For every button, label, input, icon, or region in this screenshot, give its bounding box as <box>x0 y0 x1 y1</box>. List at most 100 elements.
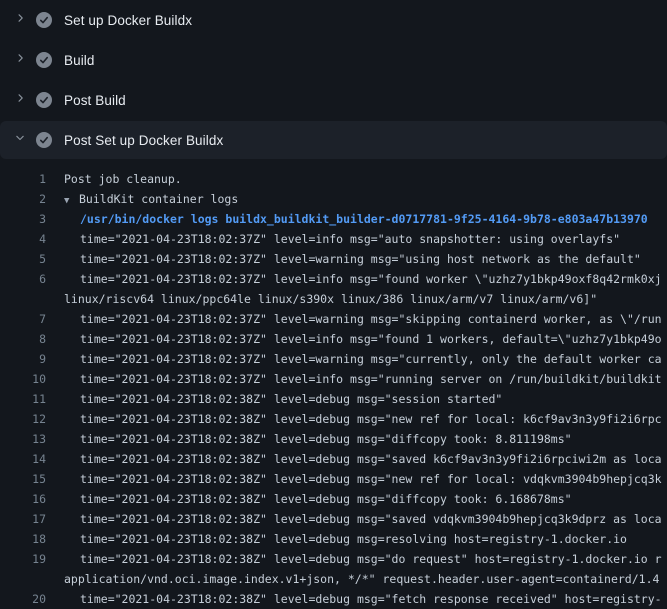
log-line: 10 time="2021-04-23T18:02:37Z" level=inf… <box>0 369 667 389</box>
log-line-content: time="2021-04-23T18:02:38Z" level=debug … <box>80 552 662 566</box>
log-line-number[interactable]: 18 <box>0 529 46 549</box>
log-line-number[interactable]: 2 <box>0 189 46 209</box>
log-line-content: time="2021-04-23T18:02:38Z" level=debug … <box>80 472 662 486</box>
log-line-text: application/vnd.oci.image.index.v1+json,… <box>64 569 659 589</box>
log-line-number <box>0 569 46 589</box>
log-line-content: time="2021-04-23T18:02:38Z" level=debug … <box>80 452 662 466</box>
log-line-number[interactable]: 10 <box>0 369 46 389</box>
steps-list: Set up Docker Buildx Build <box>0 0 667 159</box>
log-line: 18 time="2021-04-23T18:02:38Z" level=deb… <box>0 529 667 549</box>
check-circle-icon <box>36 52 52 68</box>
log-line: 20 time="2021-04-23T18:02:38Z" level=deb… <box>0 589 667 609</box>
check-circle-icon <box>36 92 52 108</box>
log-line-content: time="2021-04-23T18:02:38Z" level=debug … <box>80 592 662 606</box>
log-line-content: time="2021-04-23T18:02:37Z" level=warnin… <box>80 312 662 326</box>
log-line-text: time="2021-04-23T18:02:38Z" level=debug … <box>64 469 662 489</box>
log-line-text: time="2021-04-23T18:02:38Z" level=debug … <box>64 409 662 429</box>
log-line-number[interactable]: 9 <box>0 349 46 369</box>
log-line-number[interactable]: 20 <box>0 589 46 609</box>
log-line-number[interactable]: 19 <box>0 549 46 569</box>
log-line: 11 time="2021-04-23T18:02:38Z" level=deb… <box>0 389 667 409</box>
log-line-content: Post job cleanup. <box>64 172 182 186</box>
log-line-text: /usr/bin/docker logs buildx_buildkit_bui… <box>64 209 648 229</box>
log-line-content: /usr/bin/docker logs buildx_buildkit_bui… <box>80 212 648 226</box>
log-line-number[interactable]: 14 <box>0 449 46 469</box>
log-line-text: Post job cleanup. <box>64 169 182 189</box>
log-line-content: time="2021-04-23T18:02:37Z" level=warnin… <box>80 252 641 266</box>
chevron-right-icon[interactable] <box>14 91 26 109</box>
log-line-content: time="2021-04-23T18:02:37Z" level=info m… <box>80 332 662 346</box>
log-line-content: time="2021-04-23T18:02:37Z" level=info m… <box>80 232 620 246</box>
log-line: linux/riscv64 linux/ppc64le linux/s390x … <box>0 289 667 309</box>
log-line-text: time="2021-04-23T18:02:38Z" level=debug … <box>64 529 627 549</box>
log-line-number[interactable]: 1 <box>0 169 46 189</box>
chevron-down-icon[interactable] <box>14 131 26 149</box>
log-line: 17 time="2021-04-23T18:02:38Z" level=deb… <box>0 509 667 529</box>
log-line-text: time="2021-04-23T18:02:37Z" level=info m… <box>64 229 620 249</box>
log-line-number[interactable]: 7 <box>0 309 46 329</box>
log-line-content: time="2021-04-23T18:02:38Z" level=debug … <box>80 532 627 546</box>
step-header[interactable]: Set up Docker Buildx <box>0 0 667 40</box>
log-line-content: linux/riscv64 linux/ppc64le linux/s390x … <box>64 292 597 306</box>
log-line-content: time="2021-04-23T18:02:38Z" level=debug … <box>80 512 662 526</box>
log-line: 7 time="2021-04-23T18:02:37Z" level=warn… <box>0 309 667 329</box>
log-line-text: time="2021-04-23T18:02:37Z" level=info m… <box>64 329 662 349</box>
log-line-content: time="2021-04-23T18:02:37Z" level=warnin… <box>80 352 662 366</box>
log-line-text: time="2021-04-23T18:02:38Z" level=debug … <box>64 389 502 409</box>
step-header[interactable]: Post Set up Docker Buildx <box>0 121 667 159</box>
log-line-content: time="2021-04-23T18:02:38Z" level=debug … <box>80 432 572 446</box>
log-line: 14 time="2021-04-23T18:02:38Z" level=deb… <box>0 449 667 469</box>
log-line-content: application/vnd.oci.image.index.v1+json,… <box>64 572 659 586</box>
step-title: Set up Docker Buildx <box>64 13 192 28</box>
step-header[interactable]: Build <box>0 40 667 80</box>
log-line-text: time="2021-04-23T18:02:37Z" level=info m… <box>64 269 662 289</box>
log-line: 1 Post job cleanup. <box>0 169 667 189</box>
log-line-number[interactable]: 6 <box>0 269 46 289</box>
log-line-text: time="2021-04-23T18:02:38Z" level=debug … <box>64 449 662 469</box>
log-line: 3 /usr/bin/docker logs buildx_buildkit_b… <box>0 209 667 229</box>
log-area: 1 Post job cleanup. 2 ▼BuildKit containe… <box>0 160 667 609</box>
log-line-number[interactable]: 8 <box>0 329 46 349</box>
log-line: 9 time="2021-04-23T18:02:37Z" level=warn… <box>0 349 667 369</box>
step-title: Post Set up Docker Buildx <box>64 133 223 148</box>
log-line-text[interactable]: ▼BuildKit container logs <box>64 189 238 209</box>
log-line-number[interactable]: 12 <box>0 409 46 429</box>
log-line-text: time="2021-04-23T18:02:38Z" level=debug … <box>64 549 662 569</box>
log-line: 13 time="2021-04-23T18:02:38Z" level=deb… <box>0 429 667 449</box>
log-line-content: BuildKit container logs <box>79 192 238 206</box>
log-line-number[interactable]: 15 <box>0 469 46 489</box>
step-title: Build <box>64 53 95 68</box>
chevron-right-icon[interactable] <box>14 11 26 29</box>
log-line-text: time="2021-04-23T18:02:37Z" level=warnin… <box>64 309 662 329</box>
log-line: 19 time="2021-04-23T18:02:38Z" level=deb… <box>0 549 667 569</box>
log-line: 2 ▼BuildKit container logs <box>0 189 667 209</box>
actions-log-viewer: Set up Docker Buildx Build <box>0 0 667 609</box>
log-line-text: time="2021-04-23T18:02:38Z" level=debug … <box>64 589 662 609</box>
group-collapse-icon[interactable]: ▼ <box>64 191 79 211</box>
log-line-number[interactable]: 11 <box>0 389 46 409</box>
log-line-text: time="2021-04-23T18:02:37Z" level=info m… <box>64 369 662 389</box>
check-circle-icon <box>36 132 52 148</box>
log-line-number[interactable]: 16 <box>0 489 46 509</box>
step-title: Post Build <box>64 93 126 108</box>
log-line: application/vnd.oci.image.index.v1+json,… <box>0 569 667 589</box>
check-circle-icon <box>36 12 52 28</box>
log-line: 15 time="2021-04-23T18:02:38Z" level=deb… <box>0 469 667 489</box>
log-line-text: time="2021-04-23T18:02:37Z" level=warnin… <box>64 349 662 369</box>
log-line: 5 time="2021-04-23T18:02:37Z" level=warn… <box>0 249 667 269</box>
log-line-content: time="2021-04-23T18:02:38Z" level=debug … <box>80 412 662 426</box>
log-line-number <box>0 289 46 309</box>
step-header[interactable]: Post Build <box>0 80 667 120</box>
chevron-right-icon[interactable] <box>14 51 26 69</box>
log-line-content: time="2021-04-23T18:02:38Z" level=debug … <box>80 492 572 506</box>
log-line-content: time="2021-04-23T18:02:37Z" level=info m… <box>80 272 662 286</box>
log-line: 6 time="2021-04-23T18:02:37Z" level=info… <box>0 269 667 289</box>
log-line-number[interactable]: 13 <box>0 429 46 449</box>
log-line-text: linux/riscv64 linux/ppc64le linux/s390x … <box>64 289 597 309</box>
log-line-number[interactable]: 3 <box>0 209 46 229</box>
log-line-text: time="2021-04-23T18:02:37Z" level=warnin… <box>64 249 641 269</box>
log-line: 4 time="2021-04-23T18:02:37Z" level=info… <box>0 229 667 249</box>
log-line-number[interactable]: 5 <box>0 249 46 269</box>
log-line-number[interactable]: 4 <box>0 229 46 249</box>
log-line-number[interactable]: 17 <box>0 509 46 529</box>
